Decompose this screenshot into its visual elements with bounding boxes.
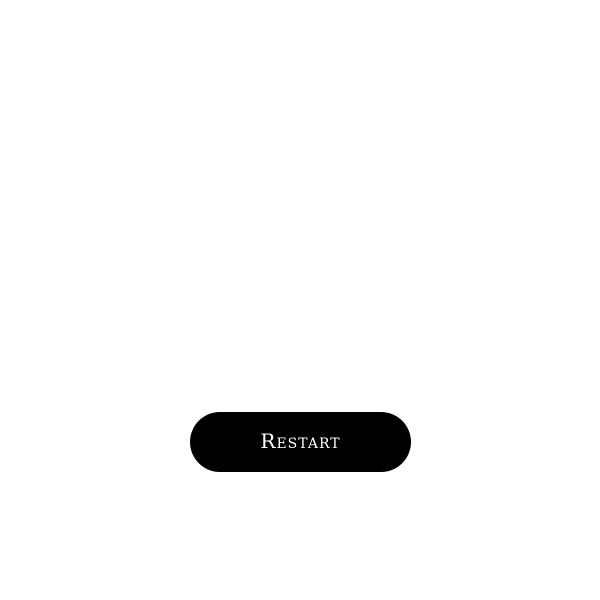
restart-label: Restart (260, 429, 341, 453)
game-screen: Restart (0, 0, 600, 600)
restart-button[interactable]: Restart (190, 412, 411, 472)
